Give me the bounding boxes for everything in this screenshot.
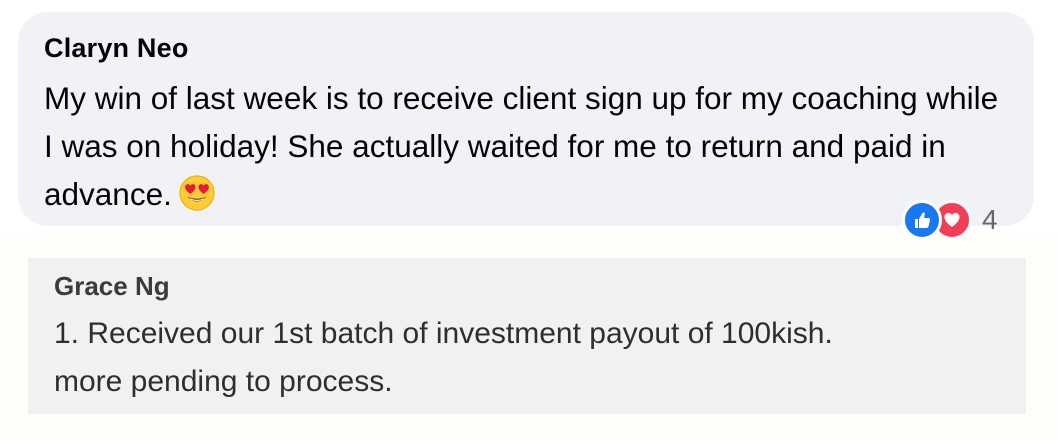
comment-author-2[interactable]: Grace Ng	[54, 270, 1026, 302]
comment-author[interactable]: Claryn Neo	[44, 32, 1034, 64]
comment-text-2-line1: 1. Received our 1st batch of investment …	[54, 317, 833, 350]
comment-text-2-line2: more pending to process.	[54, 365, 393, 398]
comment-bubble-2: Grace Ng 1. Received our 1st batch of in…	[28, 258, 1026, 414]
like-icon	[902, 200, 942, 240]
heart-eyes-emoji-icon	[179, 175, 215, 211]
comment-text-2: 1. Received our 1st batch of investment …	[54, 310, 1026, 406]
comment-bubble: Claryn Neo My win of last week is to rec…	[18, 12, 1034, 226]
comment-text-wrapper: My win of last week is to receive client…	[44, 74, 1004, 218]
second-comment-panel: Grace Ng 1. Received our 1st batch of in…	[0, 232, 1058, 440]
comment-screenshot: Claryn Neo My win of last week is to rec…	[0, 0, 1058, 440]
